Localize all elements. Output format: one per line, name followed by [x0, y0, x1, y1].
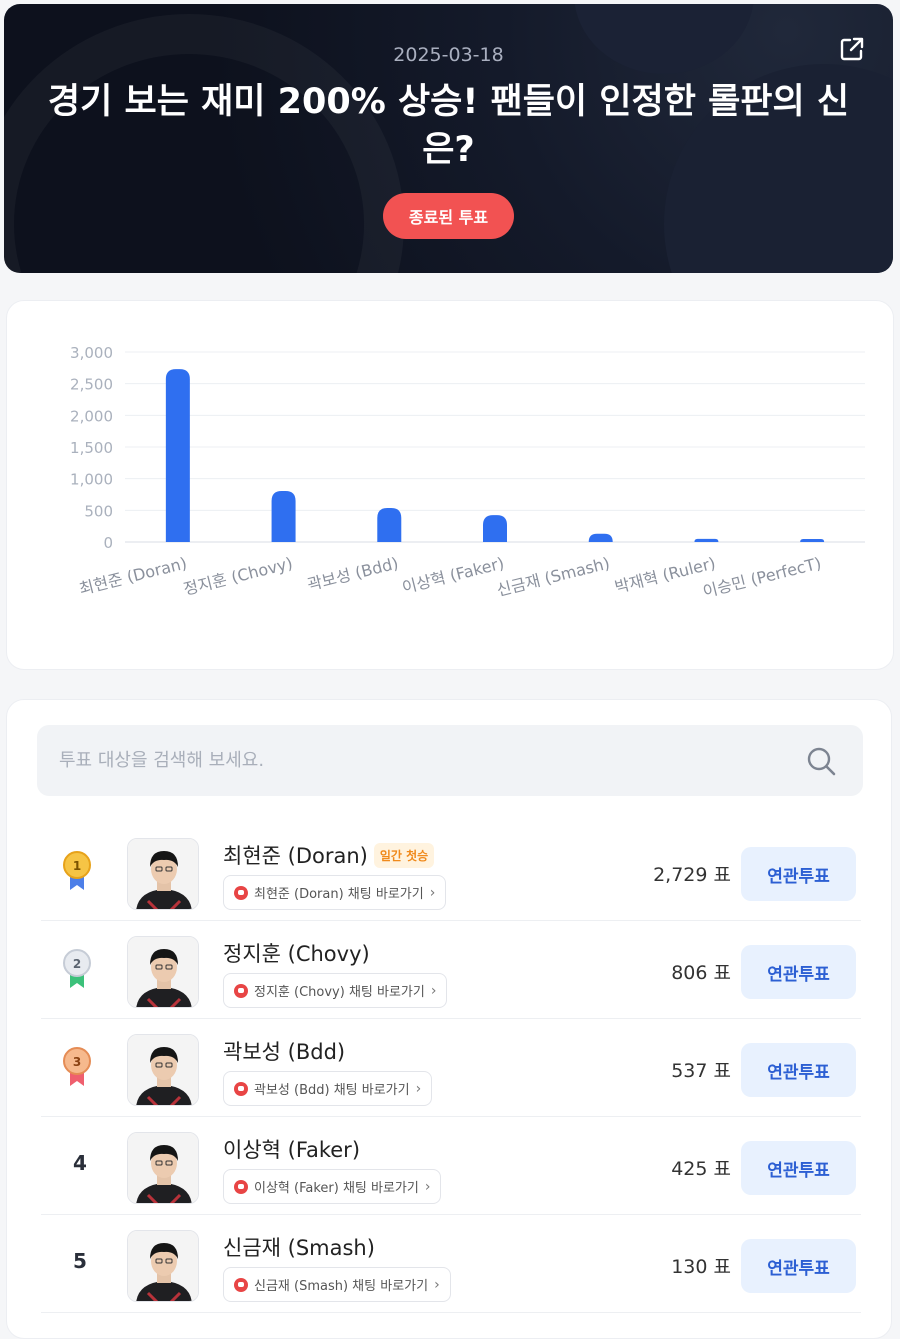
chat-link-label: 이상혁 (Faker) 채팅 바로가기 [254, 1181, 419, 1196]
ranking-row: 3 곽보성 (Bdd) 곽보성 (Bdd) 채팅 바로가기 › 537 표 연관투표 [41, 1020, 861, 1117]
chart-y-tick-label: 500 [84, 502, 113, 520]
player-name-text: 정지훈 (Chovy) [223, 942, 370, 966]
vote-count: 806 표 [671, 962, 731, 984]
player-name-text: 최현준 (Doran) [223, 844, 368, 868]
chevron-right-icon: › [434, 1276, 440, 1293]
rank-medal-icon: 2 [63, 949, 91, 988]
chart-y-tick-label: 1,000 [70, 471, 113, 489]
chat-icon [234, 983, 248, 998]
avatar [127, 838, 199, 910]
rank-medal-icon: 1 [63, 851, 91, 890]
ranking-row: 1 최현준 (Doran) 일간 첫승최현준 (Doran) 채팅 바로가기 › 2,7… [41, 824, 861, 921]
player-name: 신금재 (Smash) [223, 1232, 375, 1262]
rank-number: 5 [73, 1249, 87, 1273]
player-name-text: 곽보성 (Bdd) [223, 1040, 346, 1064]
rank-number: 1 [73, 859, 81, 873]
chart-bar [271, 490, 296, 542]
chat-icon [234, 1081, 248, 1096]
player-name-text: 신금재 (Smash) [223, 1236, 375, 1260]
related-vote-button[interactable]: 연관투표 [741, 847, 856, 901]
chart-x-tick-label: 신금재 (Smash) [495, 553, 612, 599]
chat-link-label: 최현준 (Doran) 채팅 바로가기 [254, 887, 424, 902]
chart-bar [377, 507, 402, 542]
chevron-right-icon: › [424, 1178, 431, 1195]
status-badge: 종료된 투표 [383, 193, 514, 239]
chevron-right-icon: › [430, 982, 437, 999]
chart-y-tick-label: 2,000 [70, 407, 113, 425]
avatar [127, 936, 199, 1008]
avatar [127, 1132, 199, 1204]
chat-link-button[interactable]: 정지훈 (Chovy) 채팅 바로가기 › [223, 973, 448, 1008]
vote-header: 2025-03-18 경기 보는 재미 200% 상승! 팬들이 인정한 롤판의… [4, 4, 893, 273]
vote-count: 425 표 [671, 1158, 731, 1180]
chart-bar [483, 515, 507, 542]
chat-link-label: 신금재 (Smash) 채팅 바로가기 [254, 1279, 429, 1294]
search-input[interactable] [59, 725, 799, 796]
search-box [37, 725, 863, 796]
chart-bar [588, 533, 613, 542]
chevron-right-icon: › [429, 884, 436, 901]
chat-link-button[interactable]: 이상혁 (Faker) 채팅 바로가기 › [223, 1169, 442, 1204]
chat-link-label: 곽보성 (Bdd) 채팅 바로가기 [254, 1083, 410, 1098]
rank-medal-icon: 3 [63, 1047, 91, 1086]
related-vote-button[interactable]: 연관투표 [741, 945, 856, 999]
chevron-right-icon: › [415, 1080, 422, 1097]
player-name-text: 이상혁 (Faker) [223, 1138, 361, 1162]
chart-y-tick-label: 1,500 [70, 439, 113, 457]
chart-y-tick-label: 3,000 [70, 344, 113, 362]
chart-x-tick-label: 정지훈 (Chovy) [181, 553, 294, 598]
chart-x-tick-label: 최현준 (Doran) [77, 553, 189, 598]
rank-number: 3 [73, 1055, 81, 1069]
avatar [127, 1230, 199, 1302]
vote-bar-chart: 0 500 1,000 1,500 2,000 2,500 3,000 최현준 (Doran)… [70, 344, 865, 601]
player-name: 이상혁 (Faker) [223, 1134, 360, 1164]
chart-x-tick-label: 박재혁 (Ruler) [613, 553, 718, 596]
chat-icon [234, 1179, 248, 1194]
chart-x-tick-label: 이상혁 (Faker) [400, 553, 506, 597]
player-name: 최현준 (Doran) 일간 첫승 [223, 840, 435, 870]
chat-icon [234, 885, 248, 900]
vote-title: 경기 보는 재미 200% 상승! 팬들이 인정한 롤판의 신은? [47, 82, 850, 170]
vote-date: 2025-03-18 [393, 44, 504, 66]
chart-y-tick-label: 2,500 [70, 376, 113, 394]
ranking-row: 2 정지훈 (Chovy) 정지훈 (Chovy) 채팅 바로가기 › 806 표 연관투… [41, 922, 861, 1019]
related-vote-button[interactable]: 연관투표 [741, 1239, 856, 1293]
chart-y-tick-label: 0 [103, 534, 113, 552]
chart-x-tick-label: 이승민 (PerfecT) [701, 553, 823, 601]
rank-number: 2 [73, 957, 81, 971]
chart-bar [165, 369, 190, 542]
related-vote-button[interactable]: 연관투표 [741, 1141, 856, 1195]
player-name: 정지훈 (Chovy) [223, 938, 370, 968]
chart-bar [694, 538, 719, 542]
avatar [127, 1034, 199, 1106]
chat-link-label: 정지훈 (Chovy) 채팅 바로가기 [254, 985, 425, 1000]
vote-chart-card: 0 500 1,000 1,500 2,000 2,500 3,000 최현준 (Doran)… [6, 300, 894, 670]
player-name: 곽보성 (Bdd) [223, 1036, 345, 1066]
related-vote-button[interactable]: 연관투표 [741, 1043, 856, 1097]
chat-link-button[interactable]: 최현준 (Doran) 채팅 바로가기 › [223, 875, 447, 910]
ranking-row: 4 이상혁 (Faker) 이상혁 (Faker) 채팅 바로가기 › 425 표 연관투… [41, 1118, 861, 1215]
chat-link-button[interactable]: 신금재 (Smash) 채팅 바로가기 › [223, 1267, 451, 1302]
vote-count: 537 표 [671, 1060, 731, 1082]
chat-icon [234, 1277, 248, 1292]
ranking-row: 5 신금재 (Smash) 신금재 (Smash) 채팅 바로가기 › 130 표 연관투… [41, 1216, 861, 1313]
chart-x-tick-label: 곽보성 (Bdd) [305, 553, 400, 594]
rank-number: 4 [73, 1151, 87, 1175]
external-share-icon[interactable] [838, 35, 866, 63]
ranking-card: 1 최현준 (Doran)일간 첫승최현준 (Doran) 채팅 바로가기 › 2,7… [6, 699, 892, 1339]
hot-badge: 일간 첫승 [373, 842, 435, 868]
vote-count: 2,729 표 [653, 864, 731, 886]
chat-link-button[interactable]: 곽보성 (Bdd) 채팅 바로가기 › [223, 1071, 433, 1106]
search-icon[interactable] [805, 745, 837, 777]
vote-count: 130 표 [671, 1256, 731, 1278]
chart-bar [800, 538, 825, 542]
